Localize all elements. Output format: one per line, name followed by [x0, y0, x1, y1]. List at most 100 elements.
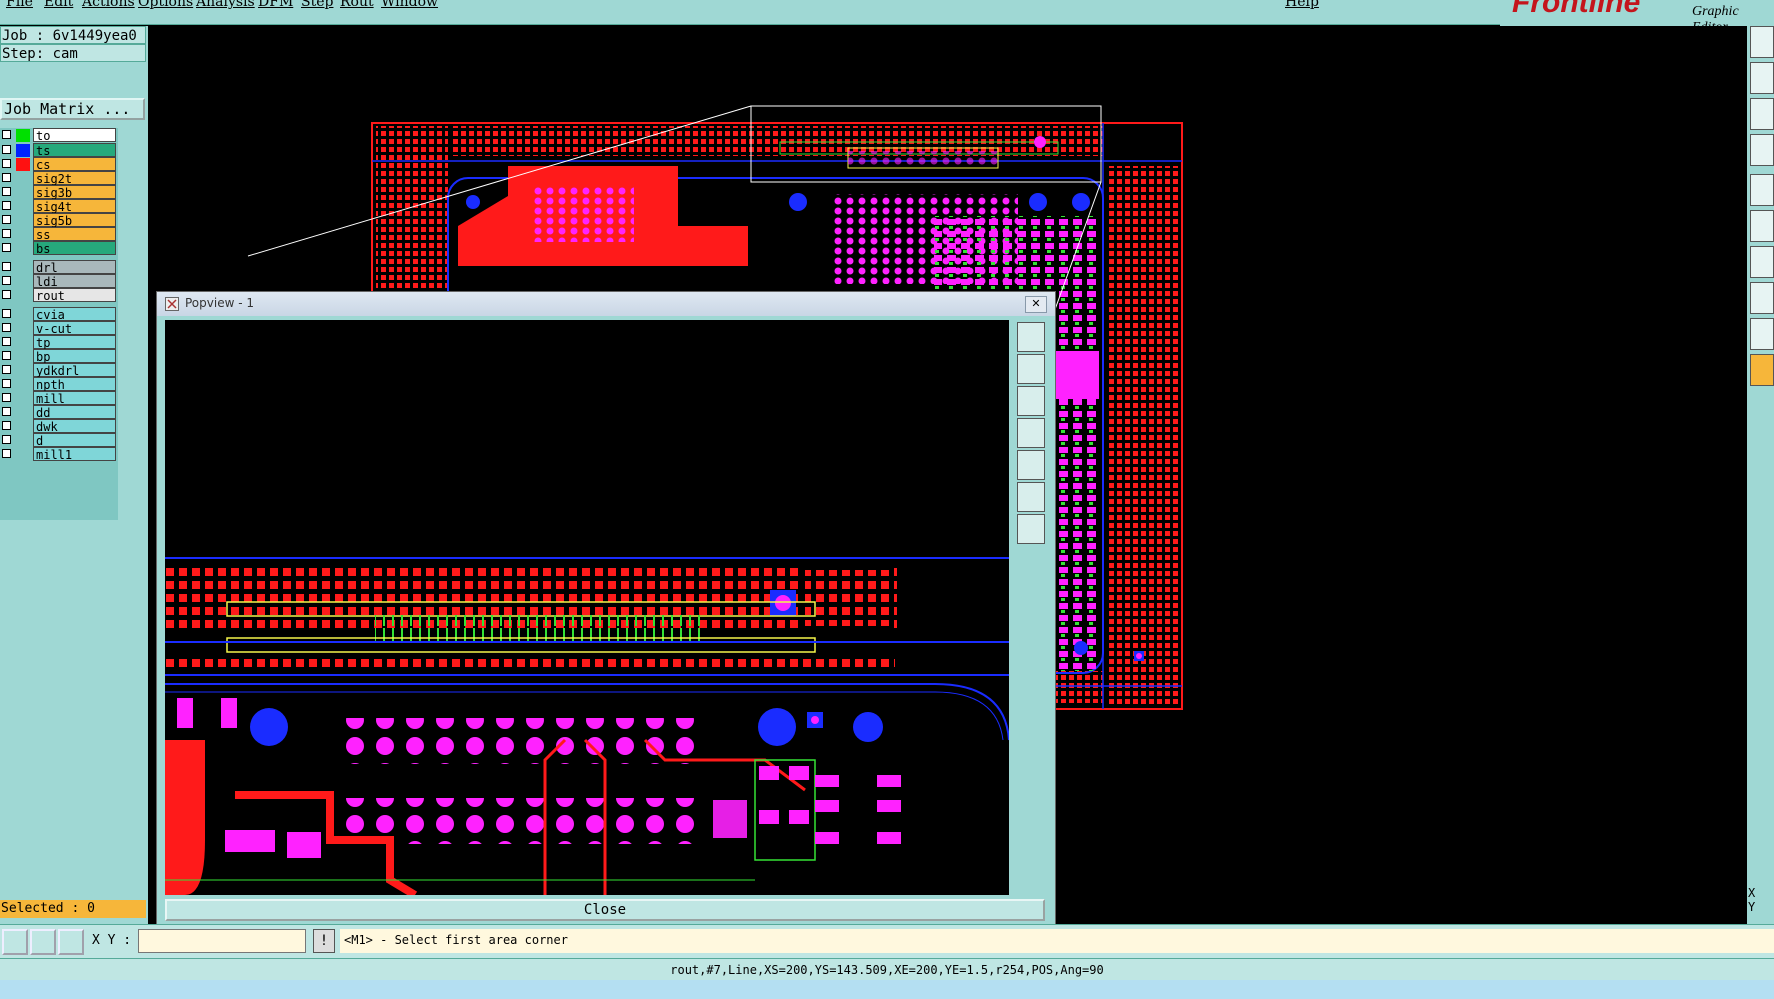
layer-name[interactable]: tp: [33, 335, 116, 350]
menu-file[interactable]: File: [6, 0, 33, 10]
layer-name[interactable]: v-cut: [33, 321, 116, 336]
layer-checkbox[interactable]: [2, 379, 11, 388]
layer-row-drl[interactable]: drl: [0, 260, 118, 275]
layer-checkbox[interactable]: [2, 145, 11, 154]
layer-name[interactable]: sig3b: [33, 185, 116, 200]
layer-checkbox[interactable]: [2, 130, 11, 139]
popview-fit-icon[interactable]: [1017, 322, 1045, 352]
layer-row-to[interactable]: to: [0, 128, 118, 143]
tool-copy-icon[interactable]: [1750, 26, 1774, 58]
menu-rout[interactable]: Rout: [340, 0, 374, 10]
layer-row-d[interactable]: d: [0, 433, 118, 448]
layer-name[interactable]: sig5b: [33, 213, 116, 228]
popview-close-icon[interactable]: ✕: [1025, 296, 1047, 313]
tool-angle-icon[interactable]: [1750, 318, 1774, 350]
menu-window[interactable]: Window: [381, 0, 438, 10]
snap-icon[interactable]: [2, 929, 28, 955]
popview-zoom-view[interactable]: [165, 320, 1009, 895]
layer-row-sig2t[interactable]: sig2t: [0, 171, 118, 186]
layer-checkbox[interactable]: [2, 323, 11, 332]
layer-row-mill[interactable]: mill: [0, 391, 118, 406]
layer-checkbox[interactable]: [2, 393, 11, 402]
layer-checkbox[interactable]: [2, 173, 11, 182]
layer-checkbox[interactable]: [2, 365, 11, 374]
layer-row-ydkdrl[interactable]: ydkdrl: [0, 363, 118, 378]
popview-pan-down-icon[interactable]: [1017, 386, 1045, 416]
layer-row-mill1[interactable]: mill1: [0, 447, 118, 462]
tool-select-icon[interactable]: [1750, 354, 1774, 386]
layer-checkbox[interactable]: [2, 407, 11, 416]
tool-line-icon[interactable]: [1750, 246, 1774, 278]
layer-row-dd[interactable]: dd: [0, 405, 118, 420]
layer-name[interactable]: dwk: [33, 419, 116, 434]
layer-name[interactable]: to: [33, 128, 116, 143]
layer-checkbox[interactable]: [2, 243, 11, 252]
tool-resize-icon[interactable]: [1750, 98, 1774, 130]
popview-zoom-out-icon[interactable]: [1017, 514, 1045, 544]
layer-row-sig3b[interactable]: sig3b: [0, 185, 118, 200]
job-matrix-button[interactable]: Job Matrix ...: [0, 98, 145, 120]
measure-icon[interactable]: [30, 929, 56, 955]
menu-options[interactable]: Options: [138, 0, 193, 10]
menu-dfm[interactable]: DFM: [258, 0, 293, 10]
layer-row-tp[interactable]: tp: [0, 335, 118, 350]
layer-row-cvia[interactable]: cvia: [0, 307, 118, 322]
popview-pan-left-icon[interactable]: [1017, 418, 1045, 448]
layer-name[interactable]: ts: [33, 143, 116, 158]
layer-name[interactable]: npth: [33, 377, 116, 392]
layer-checkbox[interactable]: [2, 351, 11, 360]
menu-edit[interactable]: Edit: [44, 0, 73, 10]
layer-row-sig5b[interactable]: sig5b: [0, 213, 118, 228]
grid-icon[interactable]: [58, 929, 84, 955]
layer-row-dwk[interactable]: dwk: [0, 419, 118, 434]
layer-name[interactable]: cvia: [33, 307, 116, 322]
popview-canvas[interactable]: [165, 320, 1009, 895]
layer-checkbox[interactable]: [2, 276, 11, 285]
popview-zoom-in-icon[interactable]: [1017, 482, 1045, 512]
layer-name[interactable]: dd: [33, 405, 116, 420]
popview-titlebar[interactable]: Popview - 1 ✕: [157, 292, 1055, 316]
layer-row-bp[interactable]: bp: [0, 349, 118, 364]
tool-arc-icon[interactable]: [1750, 282, 1774, 314]
layer-checkbox[interactable]: [2, 187, 11, 196]
layer-name[interactable]: sig4t: [33, 199, 116, 214]
tool-edit-icon[interactable]: [1750, 134, 1774, 166]
layer-name[interactable]: ydkdrl: [33, 363, 116, 378]
layer-name[interactable]: ldi: [33, 274, 116, 289]
layer-name[interactable]: ss: [33, 227, 116, 242]
layer-checkbox[interactable]: [2, 309, 11, 318]
popview-pan-up-icon[interactable]: [1017, 354, 1045, 384]
popview-close-button[interactable]: Close: [165, 899, 1045, 921]
layer-checkbox[interactable]: [2, 290, 11, 299]
layer-name[interactable]: bp: [33, 349, 116, 364]
menu-actions[interactable]: Actions: [82, 0, 135, 10]
layer-name[interactable]: drl: [33, 260, 116, 275]
layer-checkbox[interactable]: [2, 421, 11, 430]
menu-step[interactable]: Step: [301, 0, 333, 10]
layer-name[interactable]: mill1: [33, 447, 116, 462]
layer-row-ldi[interactable]: ldi: [0, 274, 118, 289]
layer-name[interactable]: cs: [33, 157, 116, 172]
layer-checkbox[interactable]: [2, 215, 11, 224]
layer-checkbox[interactable]: [2, 201, 11, 210]
layer-row-ss[interactable]: ss: [0, 227, 118, 242]
layer-row-npth[interactable]: npth: [0, 377, 118, 392]
layer-name[interactable]: mill: [33, 391, 116, 406]
tool-circle-icon[interactable]: [1750, 174, 1774, 206]
popview-pan-right-icon[interactable]: [1017, 450, 1045, 480]
layer-row-sig4t[interactable]: sig4t: [0, 199, 118, 214]
layer-row-rout[interactable]: rout: [0, 288, 118, 303]
layer-checkbox[interactable]: [2, 262, 11, 271]
layer-checkbox[interactable]: [2, 435, 11, 444]
layer-checkbox[interactable]: [2, 159, 11, 168]
menu-analysis[interactable]: Analysis: [196, 0, 255, 10]
layer-row-cs[interactable]: cs: [0, 157, 118, 172]
layer-row-bs[interactable]: bs: [0, 241, 118, 256]
layer-name[interactable]: bs: [33, 241, 116, 256]
layer-name[interactable]: sig2t: [33, 171, 116, 186]
layer-checkbox[interactable]: [2, 449, 11, 458]
layer-name[interactable]: rout: [33, 288, 116, 303]
layer-checkbox[interactable]: [2, 337, 11, 346]
layer-row-ts[interactable]: ts: [0, 143, 118, 158]
tool-move-icon[interactable]: [1750, 62, 1774, 94]
